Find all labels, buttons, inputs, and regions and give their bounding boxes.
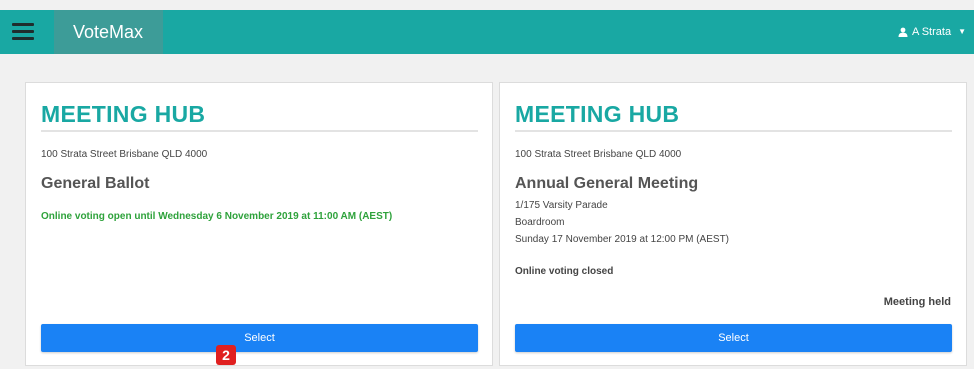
title-divider xyxy=(515,130,952,132)
meeting-held-label: Meeting held xyxy=(883,296,951,308)
meeting-datetime: Sunday 17 November 2019 at 12:00 PM (AES… xyxy=(515,234,730,245)
top-navbar: VoteMax A Strata ▼ xyxy=(0,10,974,54)
meeting-name: General Ballot xyxy=(41,175,150,192)
meeting-address: 100 Strata Street Brisbane QLD 4000 xyxy=(515,149,682,160)
location-room: Boardroom xyxy=(515,217,565,228)
card-title: MEETING HUB xyxy=(41,101,206,127)
meeting-card: MEETING HUB 100 Strata Street Brisbane Q… xyxy=(499,82,967,366)
meeting-address: 100 Strata Street Brisbane QLD 4000 xyxy=(41,149,208,160)
location-line: 1/175 Varsity Parade xyxy=(515,200,608,211)
select-button[interactable]: Select xyxy=(41,324,478,352)
voting-status: Online voting closed xyxy=(515,266,614,277)
meeting-card: MEETING HUB 100 Strata Street Brisbane Q… xyxy=(25,82,493,366)
select-button[interactable]: Select xyxy=(515,324,952,352)
user-menu[interactable]: A Strata ▼ xyxy=(898,10,966,54)
hamburger-icon[interactable] xyxy=(12,23,34,41)
title-divider xyxy=(41,130,478,132)
user-name: A Strata xyxy=(911,26,952,38)
annotation-badge: 2 xyxy=(216,345,236,365)
card-title: MEETING HUB xyxy=(515,101,680,127)
meeting-name: Annual General Meeting xyxy=(515,175,699,192)
caret-down-icon: ▼ xyxy=(958,27,966,36)
brand-logo[interactable]: VoteMax xyxy=(54,10,163,54)
voting-status: Online voting open until Wednesday 6 Nov… xyxy=(41,211,393,222)
person-icon xyxy=(898,27,908,37)
